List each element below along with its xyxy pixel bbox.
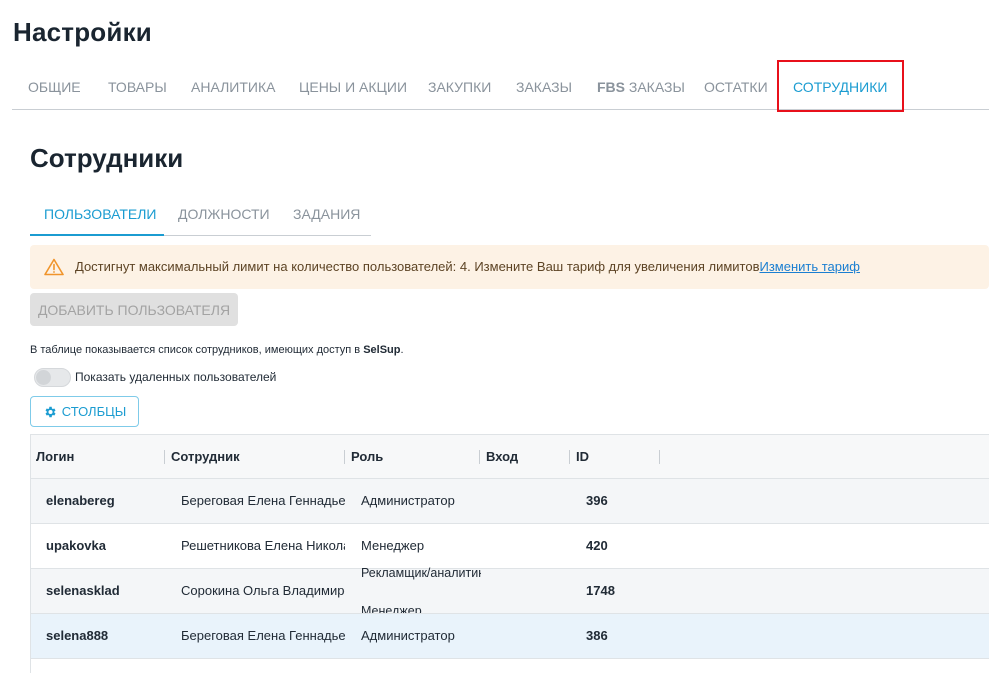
cell-employee: Решетникова Елена Николаевна [181, 538, 345, 553]
tab-stock[interactable]: ОСТАТКИ [704, 79, 768, 95]
column-header-login[interactable]: Логин [36, 449, 74, 464]
column-resize-handle[interactable] [164, 450, 165, 464]
columns-button[interactable]: СТОЛБЦЫ [30, 396, 139, 427]
tab-products[interactable]: ТОВАРЫ [108, 79, 167, 95]
cell-login: selena888 [46, 628, 109, 643]
active-tab-indicator [30, 234, 164, 236]
cell-role: Администратор [361, 493, 455, 508]
tab-purchases[interactable]: ЗАКУПКИ [428, 79, 491, 95]
warning-triangle-icon [44, 258, 64, 276]
add-user-button[interactable]: ДОБАВИТЬ ПОЛЬЗОВАТЕЛЯ [30, 293, 238, 326]
cell-employee: Сорокина Ольга Владимировна [181, 583, 345, 598]
page-title: Настройки [13, 17, 152, 47]
brand-name: SelSup [363, 344, 401, 356]
subtab-positions[interactable]: ДОЛЖНОСТИ [178, 206, 270, 222]
limit-alert: Достигнут максимальный лимит на количест… [30, 245, 989, 289]
column-resize-handle[interactable] [479, 450, 480, 464]
cell-login: selenasklad [46, 583, 120, 598]
toggle-knob [36, 370, 51, 385]
column-resize-handle[interactable] [569, 450, 570, 464]
cell-id: 1748 [586, 583, 615, 598]
employees-subtabs: ПОЛЬЗОВАТЕЛИ ДОЛЖНОСТИ ЗАДАНИЯ [30, 196, 371, 236]
cell-id: 386 [586, 628, 608, 643]
gear-icon [45, 406, 56, 417]
column-resize-handle[interactable] [344, 450, 345, 464]
tab-analytics[interactable]: АНАЛИТИКА [191, 79, 275, 95]
column-resize-handle[interactable] [659, 450, 660, 464]
cell-id: 420 [586, 538, 608, 553]
cell-role: Рекламщик/аналитик [361, 566, 481, 580]
section-title: Сотрудники [30, 143, 184, 173]
cell-role: Менеджер [361, 538, 425, 553]
table-row[interactable]: upakovka Решетникова Елена Николаевна Ме… [31, 524, 989, 569]
tab-general[interactable]: ОБЩИЕ [28, 79, 81, 95]
tab-prices-promos[interactable]: ЦЕНЫ И АКЦИИ [299, 79, 407, 95]
tab-orders[interactable]: ЗАКАЗЫ [516, 79, 572, 95]
table-row[interactable]: elenabereg Береговая Елена Геннадьевна А… [31, 479, 989, 524]
tab-fbs-orders-label: ЗАКАЗЫ [625, 79, 685, 95]
cell-employee: Береговая Елена Геннадьевна [181, 628, 345, 643]
table-description: В таблице показывается список сотруднико… [30, 344, 404, 356]
column-header-id[interactable]: ID [576, 449, 589, 464]
cell-id: 396 [586, 493, 608, 508]
column-header-employee[interactable]: Сотрудник [171, 449, 240, 464]
info-suffix: . [400, 344, 404, 356]
show-deleted-toggle[interactable] [34, 368, 71, 387]
table-row[interactable]: selena888 Береговая Елена Геннадьевна Ад… [31, 614, 989, 659]
column-header-role[interactable]: Роль [351, 449, 383, 464]
cell-role-secondary: Менеджер [361, 604, 422, 613]
alert-message: Достигнут максимальный лимит на количест… [75, 259, 860, 274]
info-text: В таблице показывается список сотруднико… [30, 344, 364, 356]
highlight-box [777, 60, 904, 112]
cell-employee: Береговая Елена Геннадьевна [181, 493, 345, 508]
cell-login: elenabereg [46, 493, 115, 508]
change-plan-link[interactable]: Изменить тариф [760, 259, 860, 274]
column-header-entry[interactable]: Вход [486, 449, 518, 464]
subtab-tasks[interactable]: ЗАДАНИЯ [293, 206, 360, 222]
tab-fbs-orders[interactable]: FBS ЗАКАЗЫ [597, 79, 685, 95]
show-deleted-label: Показать удаленных пользователей [75, 370, 277, 384]
subtab-users[interactable]: ПОЛЬЗОВАТЕЛИ [44, 206, 156, 222]
tab-fbs-orders-prefix: FBS [597, 79, 625, 95]
table-row[interactable]: selenasklad Сорокина Ольга Владимировна … [31, 566, 989, 614]
users-table: Логин Сотрудник Роль Вход ID elenabereg … [30, 434, 989, 673]
alert-text: Достигнут максимальный лимит на количест… [75, 259, 760, 274]
table-header: Логин Сотрудник Роль Вход ID [31, 435, 989, 479]
cell-login: upakovka [46, 538, 106, 553]
cell-role: Администратор [361, 628, 455, 643]
columns-button-label: СТОЛБЦЫ [61, 404, 127, 419]
